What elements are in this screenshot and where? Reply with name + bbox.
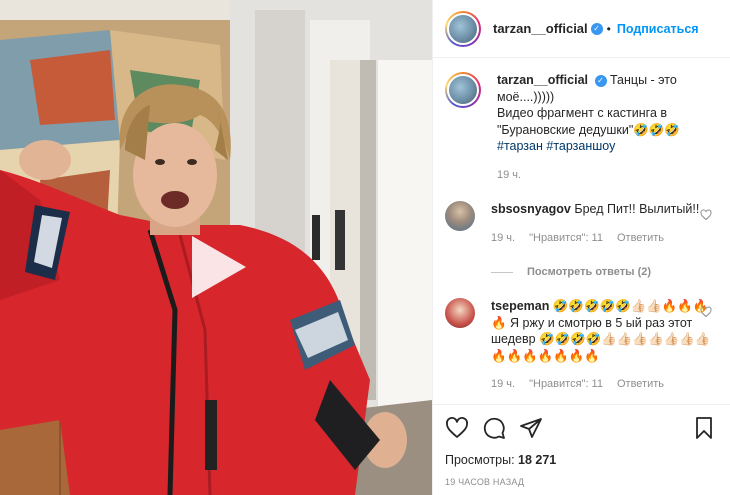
comment-time[interactable]: 19 ч. bbox=[491, 376, 515, 393]
replies-line bbox=[491, 271, 513, 273]
post-header: tarzan__official ✓ • Подписаться bbox=[433, 0, 730, 58]
hashtag-link[interactable]: #тарзан bbox=[497, 139, 543, 153]
views-number: 18 271 bbox=[518, 453, 557, 467]
author-username[interactable]: tarzan__official bbox=[493, 21, 588, 36]
post-actions: Просмотры: 18 271 19 ЧАСОВ НАЗАД bbox=[433, 404, 730, 495]
comment-time[interactable]: 19 ч. bbox=[491, 230, 515, 247]
commenter-avatar[interactable] bbox=[445, 298, 475, 328]
caption-body: tarzan__official ✓ Танцы - это моё....))… bbox=[497, 72, 718, 183]
share-icon[interactable] bbox=[519, 416, 543, 440]
view-replies-label[interactable]: Посмотреть ответы (2) bbox=[527, 266, 651, 278]
comment-username[interactable]: sbsosnyagov bbox=[491, 202, 571, 216]
instagram-post: tarzan__official ✓ • Подписаться tarzan_… bbox=[0, 0, 730, 495]
heart-icon[interactable] bbox=[700, 209, 712, 221]
avatar[interactable] bbox=[445, 10, 481, 47]
comment-body: tsepeman 🤣🤣🤣🤣🤣👍🏻👍🏻🔥🔥🔥🔥 Я ржу и смотрю в … bbox=[491, 298, 718, 393]
views-label: Просмотры: bbox=[445, 453, 515, 467]
comment-username[interactable]: tsepeman bbox=[491, 299, 549, 313]
caption-text-2: Видео фрагмент с кастинга в "Бурановские… bbox=[497, 106, 680, 137]
comment-likes[interactable]: "Нравится": 11 bbox=[529, 376, 603, 393]
verified-icon: ✓ bbox=[590, 22, 603, 35]
comment: tsepeman 🤣🤣🤣🤣🤣👍🏻👍🏻🔥🔥🔥🔥 Я ржу и смотрю в … bbox=[445, 298, 718, 393]
verified-icon: ✓ bbox=[594, 74, 607, 87]
caption: tarzan__official ✓ Танцы - это моё....))… bbox=[445, 72, 718, 183]
hashtag-link[interactable]: #тарзаншоу bbox=[546, 139, 615, 153]
reply-button[interactable]: Ответить bbox=[617, 376, 664, 393]
play-icon[interactable] bbox=[180, 232, 250, 302]
commenter-avatar[interactable] bbox=[445, 201, 475, 231]
caption-username[interactable]: tarzan__official bbox=[497, 73, 588, 87]
caption-time[interactable]: 19 ч. bbox=[497, 167, 521, 184]
post-sidebar: tarzan__official ✓ • Подписаться tarzan_… bbox=[432, 0, 730, 495]
comments-list[interactable]: tarzan__official ✓ Танцы - это моё....))… bbox=[433, 58, 730, 404]
caption-avatar[interactable] bbox=[445, 72, 481, 108]
view-replies-button[interactable]: Посмотреть ответы (2) bbox=[491, 266, 718, 278]
comment-likes[interactable]: "Нравится": 11 bbox=[529, 230, 603, 247]
post-timestamp[interactable]: 19 ЧАСОВ НАЗАД bbox=[445, 477, 718, 487]
bookmark-icon[interactable] bbox=[692, 416, 716, 440]
comment-text: Бред Пит!! Вылитый!! bbox=[574, 202, 700, 216]
comment: sbsosnyagov Бред Пит!! Вылитый!! 19 ч. "… bbox=[445, 201, 718, 246]
heart-icon[interactable] bbox=[700, 306, 712, 318]
comment-meta: 19 ч. "Нравится": 11 Ответить bbox=[491, 230, 718, 247]
reply-button[interactable]: Ответить bbox=[617, 230, 664, 247]
action-icons bbox=[445, 415, 718, 441]
follow-button[interactable]: Подписаться bbox=[617, 22, 699, 36]
separator-dot: • bbox=[606, 21, 611, 36]
views-count[interactable]: Просмотры: 18 271 bbox=[445, 453, 718, 467]
comment-meta: 19 ч. "Нравится": 11 Ответить bbox=[491, 376, 718, 393]
video-player[interactable] bbox=[0, 0, 432, 495]
comment-body: sbsosnyagov Бред Пит!! Вылитый!! 19 ч. "… bbox=[491, 201, 718, 246]
comment-icon[interactable] bbox=[482, 416, 506, 440]
caption-meta: 19 ч. bbox=[497, 167, 718, 184]
heart-icon[interactable] bbox=[445, 416, 469, 440]
